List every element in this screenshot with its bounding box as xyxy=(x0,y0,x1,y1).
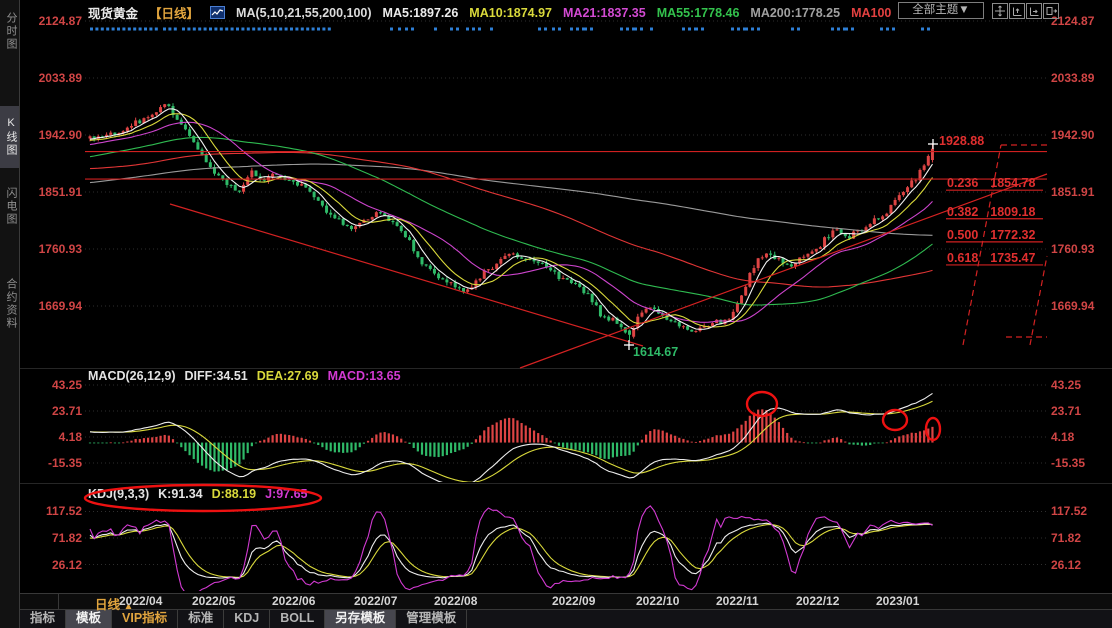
theme-dropdown[interactable]: 全部主题▼ xyxy=(898,2,984,19)
price-axis-label: 1669.94 xyxy=(1051,299,1094,313)
sidebar-item-kline[interactable]: K线图 xyxy=(0,106,19,168)
fib-ratio: 0.618 xyxy=(947,251,978,265)
fib-level-label: 0.236 1854.78 xyxy=(947,176,1035,190)
price-axis-label: 2033.89 xyxy=(22,71,82,85)
fib-ratio: 0.382 xyxy=(947,205,978,219)
chart-canvas[interactable] xyxy=(0,0,1112,628)
x-axis-date: 2022/05 xyxy=(192,594,235,608)
tab-standard[interactable]: 标准 xyxy=(178,610,224,628)
ma-legend-item: MA5:1897.26 xyxy=(383,6,459,20)
sidebar-item-timeshare[interactable]: 分时图 xyxy=(0,2,19,60)
ma-legend-item: MA100 xyxy=(851,6,891,20)
bottom-tab-bar: 指标模板VIP指标标准KDJBOLL另存模板管理模板 xyxy=(20,610,1112,628)
ma-settings-label: MA(5,10,21,55,200,100) xyxy=(236,6,372,20)
price-axis-label: 1851.91 xyxy=(22,185,82,199)
price-axis-label: 1942.90 xyxy=(22,128,82,142)
macd-axis-label: 43.25 xyxy=(1051,378,1081,392)
ma-legend: MA5:1897.26 MA10:1874.97 MA21:1837.35 MA55:… xyxy=(383,6,892,20)
fib-level-label: 0.618 1735.47 xyxy=(947,251,1035,265)
x-axis-date: 2022/12 xyxy=(796,594,839,608)
fib-level-label: 0.382 1809.18 xyxy=(947,205,1035,219)
ma-legend-item: MA55:1778.46 xyxy=(657,6,740,20)
macd-axis-label: 4.18 xyxy=(1051,430,1074,444)
major-low-label: 1614.67 xyxy=(633,345,678,359)
kdj-d-value: D:88.19 xyxy=(212,487,256,501)
symbol-name: 现货黄金 xyxy=(88,3,138,22)
chart-header: 现货黄金 【日线】 MA(5,10,21,55,200,100) MA5:189… xyxy=(88,3,891,22)
fib-price: 1854.78 xyxy=(990,176,1035,190)
kdj-params: KDJ(9,3,3) xyxy=(88,487,149,501)
kdj-axis-label: 26.12 xyxy=(1051,558,1081,572)
kdj-j-value: J:97.65 xyxy=(265,487,307,501)
price-axis-label: 1851.91 xyxy=(1051,185,1094,199)
x-axis-date: 2022/09 xyxy=(552,594,595,608)
datebar-divider xyxy=(58,593,59,610)
fib-price: 1772.32 xyxy=(990,228,1035,242)
x-axis-date: 2022/07 xyxy=(354,594,397,608)
tab-save-template[interactable]: 另存模板 xyxy=(325,610,396,628)
macd-params: MACD(26,12,9) xyxy=(88,369,176,383)
kdj-k-value: K:91.34 xyxy=(158,487,202,501)
tab-boll[interactable]: BOLL xyxy=(270,610,325,628)
price-axis-label: 1942.90 xyxy=(1051,128,1094,142)
fit-horizontal-axis-icon[interactable] xyxy=(1026,3,1042,19)
kdj-axis-label: 117.52 xyxy=(1051,504,1087,518)
kline-chart-icon xyxy=(210,6,225,19)
price-axis-label: 1760.93 xyxy=(1051,242,1094,256)
pan-icon[interactable] xyxy=(992,3,1008,19)
price-axis-label: 2124.87 xyxy=(22,14,82,28)
recent-high-label: 1928.88 xyxy=(939,134,984,148)
macd-dea-value: DEA:27.69 xyxy=(257,369,319,383)
sidebar-item-contract-info[interactable]: 合约资料 xyxy=(0,256,19,352)
fib-price: 1809.18 xyxy=(990,205,1035,219)
x-axis-date: 2022/11 xyxy=(716,594,759,608)
price-axis-label: 2033.89 xyxy=(1051,71,1094,85)
ma-legend-item: MA10:1874.97 xyxy=(469,6,552,20)
left-sidebar: 分时图 K线图闪电图合约资料 xyxy=(0,0,20,628)
kdj-axis-label: 71.82 xyxy=(1051,531,1081,545)
fit-vertical-axis-icon[interactable] xyxy=(1009,3,1025,19)
x-axis-date: 2022/04 xyxy=(119,594,162,608)
fib-level-label: 0.500 1772.32 xyxy=(947,228,1035,242)
price-axis-label: 1669.94 xyxy=(22,299,82,313)
macd-axis-label: -15.35 xyxy=(1051,456,1085,470)
kdj-title-row: KDJ(9,3,3) K:91.34 D:88.19 J:97.65 xyxy=(88,487,308,501)
x-axis-date: 2022/10 xyxy=(636,594,679,608)
kdj-axis-label: 117.52 xyxy=(22,504,82,518)
tab-indicator[interactable]: 指标 xyxy=(20,610,66,628)
macd-axis-label: 4.18 xyxy=(22,430,82,444)
macd-macd-value: MACD:13.65 xyxy=(328,369,401,383)
macd-axis-label: 43.25 xyxy=(22,378,82,392)
tab-manage-template[interactable]: 管理模板 xyxy=(396,610,467,628)
period-tag: 【日线】 xyxy=(149,3,199,22)
fib-price: 1735.47 xyxy=(990,251,1035,265)
kdj-axis-label: 26.12 xyxy=(22,558,82,572)
x-axis-date: 2023/01 xyxy=(876,594,919,608)
shift-pane-right-icon[interactable] xyxy=(1043,3,1059,19)
trading-app-window: 现货黄金 【日线】 MA(5,10,21,55,200,100) MA5:189… xyxy=(0,0,1112,628)
macd-axis-label: 23.71 xyxy=(22,404,82,418)
fib-ratio: 0.500 xyxy=(947,228,978,242)
x-axis-date: 2022/06 xyxy=(272,594,315,608)
ma-legend-item: MA21:1837.35 xyxy=(563,6,646,20)
macd-title-row: MACD(26,12,9) DIFF:34.51 DEA:27.69 MACD:… xyxy=(88,369,401,383)
ma-legend-item: MA200:1778.25 xyxy=(750,6,840,20)
macd-axis-label: 23.71 xyxy=(1051,404,1081,418)
price-axis-label: 1760.93 xyxy=(22,242,82,256)
sidebar-item-lightning[interactable]: 闪电图 xyxy=(0,176,19,236)
x-axis-date: 2022/08 xyxy=(434,594,477,608)
tab-kdj[interactable]: KDJ xyxy=(224,610,270,628)
kdj-axis-label: 71.82 xyxy=(22,531,82,545)
macd-diff-value: DIFF:34.51 xyxy=(185,369,248,383)
macd-axis-label: -15.35 xyxy=(22,456,82,470)
fib-ratio: 0.236 xyxy=(947,176,978,190)
